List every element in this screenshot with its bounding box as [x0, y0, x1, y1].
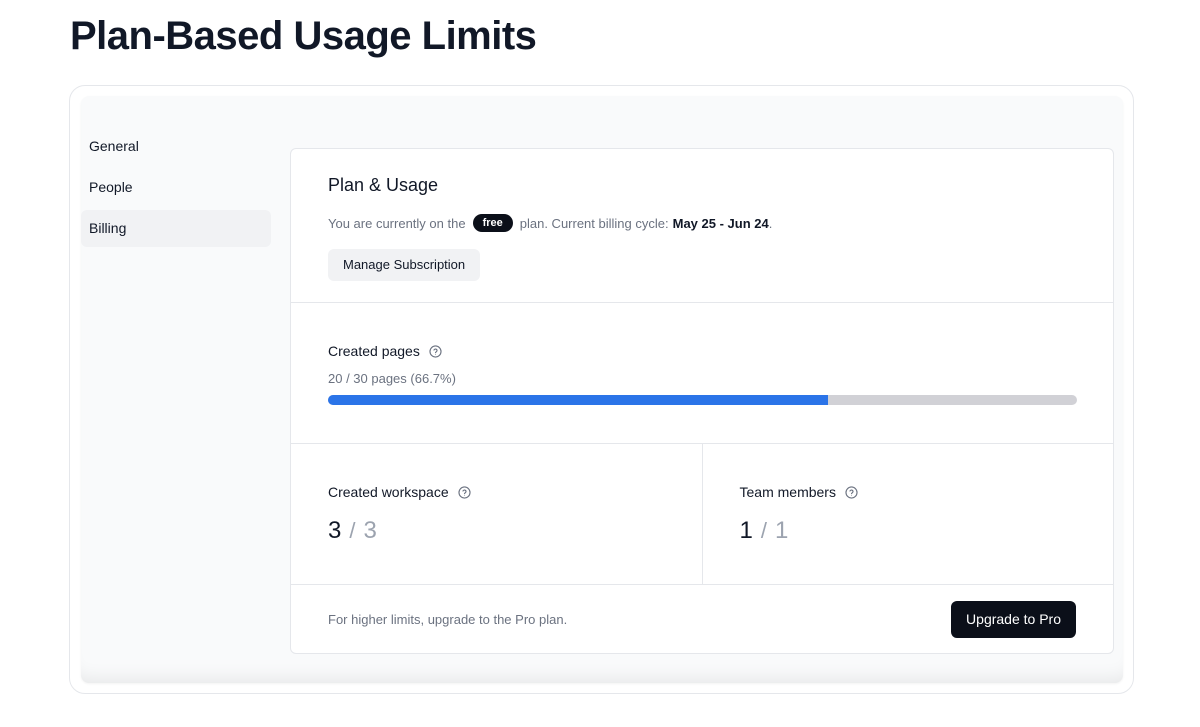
billing-info: You are currently on the free plan. Curr…: [328, 214, 1076, 232]
question-circle-icon[interactable]: [458, 485, 471, 499]
workspace-used-count: 3: [328, 517, 342, 544]
pages-progress-fill: [328, 395, 828, 405]
plan-usage-title: Plan & Usage: [328, 175, 439, 195]
workspace-limit-count: 3: [363, 517, 377, 544]
members-usage-label: Team members: [739, 484, 836, 500]
workspace-usage: Created workspace 3 / 3: [291, 444, 702, 584]
settings-sidebar: General People Billing: [81, 128, 271, 251]
members-divider: /: [760, 518, 767, 543]
plan-badge: free: [472, 214, 513, 232]
members-usage: Team members 1 / 1: [701, 444, 1114, 584]
members-limit-count: 1: [774, 517, 789, 544]
billing-cycle-prefix: plan. Current billing cycle:: [519, 215, 669, 231]
billing-cycle-suffix: .: [768, 215, 773, 231]
settings-panel: General People Billing Plan & Usage You …: [81, 96, 1123, 683]
billing-cycle-dates: May 25 - Jun 24: [672, 215, 769, 231]
pages-usage-section: Created pages 20 / 30 pages (66.7%): [291, 303, 1113, 444]
sidebar-item-general[interactable]: General: [81, 128, 271, 165]
sidebar-item-people[interactable]: People: [81, 169, 271, 206]
workspace-divider: /: [349, 518, 356, 543]
upgrade-to-pro-button[interactable]: Upgrade to Pro: [951, 600, 1076, 638]
question-circle-icon[interactable]: [845, 485, 858, 499]
sidebar-item-billing[interactable]: Billing: [81, 210, 271, 247]
upgrade-footer: For higher limits, upgrade to the Pro pl…: [291, 585, 1113, 653]
settings-frame: General People Billing Plan & Usage You …: [69, 85, 1134, 694]
manage-subscription-button[interactable]: Manage Subscription: [328, 249, 481, 281]
question-circle-icon[interactable]: [429, 344, 442, 358]
members-used-count: 1: [739, 517, 753, 544]
plan-usage-card: Plan & Usage You are currently on the fr…: [290, 148, 1114, 654]
usage-stats-section: Created workspace 3 / 3 Team members 1 /…: [291, 444, 1113, 585]
page-title: Plan-Based Usage Limits: [70, 14, 537, 58]
pages-usage-label: Created pages: [328, 343, 420, 359]
upgrade-hint: For higher limits, upgrade to the Pro pl…: [328, 611, 568, 627]
plan-section: Plan & Usage You are currently on the fr…: [291, 149, 1113, 303]
pages-progress-bar: [328, 395, 1077, 405]
workspace-usage-label: Created workspace: [328, 484, 449, 500]
billing-prefix: You are currently on the: [328, 215, 466, 231]
pages-usage-summary: 20 / 30 pages (66.7%): [328, 371, 456, 386]
